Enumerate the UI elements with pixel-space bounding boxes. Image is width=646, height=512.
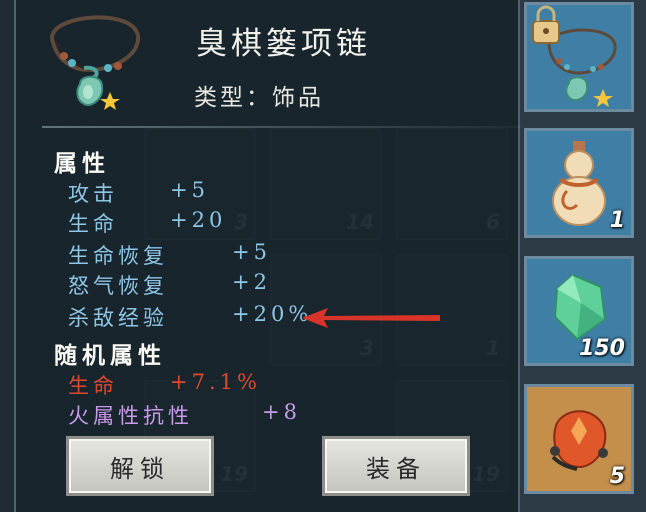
random-stat-name: 火属性抗性 <box>68 404 193 428</box>
necklace-icon <box>42 8 142 116</box>
item-count: 1 <box>609 208 625 233</box>
item-name: 臭棋篓项链 <box>196 26 371 62</box>
inventory-slot-gourd[interactable]: 1 <box>524 128 634 238</box>
item-tooltip-panel: 臭棋篓项链 类型：饰品 属性 攻击 +5 生命 +20 生命恢复 +5 怒气恢复… <box>14 0 522 512</box>
stat-name: 杀敌经验 <box>68 306 168 330</box>
stat-value: +20 <box>170 208 227 232</box>
stat-value: +5 <box>170 178 209 202</box>
random-stat-value: +8 <box>262 400 301 424</box>
header-divider <box>42 126 522 128</box>
random-attributes-title: 随机属性 <box>54 342 166 369</box>
random-stat-name: 生命 <box>68 374 118 398</box>
inventory-slot-crystal[interactable]: 150 <box>524 256 634 366</box>
item-type-row: 类型：饰品 <box>194 78 324 112</box>
item-count: 5 <box>609 464 625 489</box>
item-type-label: 类型 <box>194 85 246 111</box>
inventory-slot-fire-gem[interactable]: 5 <box>524 384 634 494</box>
necklace-locked-icon <box>527 5 631 109</box>
inventory-slot-necklace[interactable] <box>524 2 634 112</box>
random-stat-value: +7.1% <box>170 370 261 394</box>
red-arrow-icon <box>302 308 440 328</box>
stat-name: 怒气恢复 <box>68 274 168 298</box>
stat-name: 攻击 <box>68 182 118 206</box>
stat-value: +2 <box>232 270 271 294</box>
unlock-button[interactable]: 解锁 <box>66 436 214 496</box>
stat-name: 生命 <box>68 212 118 236</box>
stat-value: +5 <box>232 240 271 264</box>
item-type-value: 饰品 <box>272 85 324 111</box>
item-type-separator: ： <box>246 85 272 111</box>
attributes-title: 属性 <box>54 150 110 177</box>
equip-button[interactable]: 装备 <box>322 436 470 496</box>
stat-name: 生命恢复 <box>68 244 168 268</box>
stat-value: +20% <box>232 302 313 326</box>
item-count: 150 <box>579 336 625 361</box>
